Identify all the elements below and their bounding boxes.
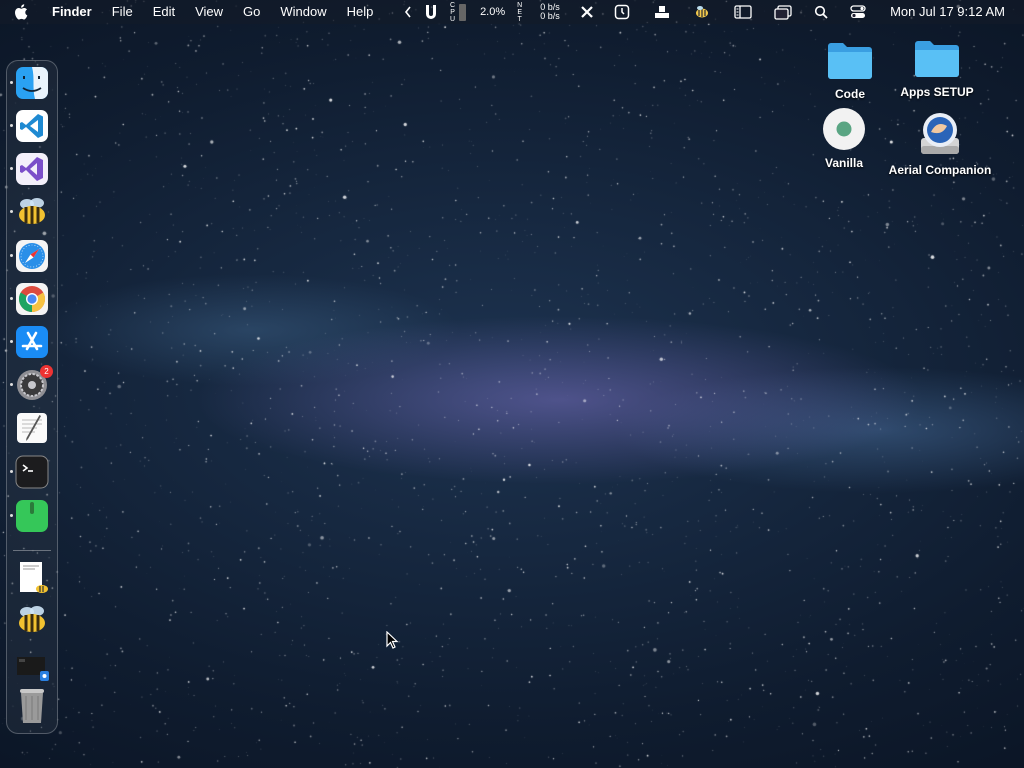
- stamp-icon[interactable]: [654, 5, 670, 19]
- desktop-item-aerial-companion[interactable]: Aerial Companion: [882, 110, 998, 177]
- desktop-item-vanilla[interactable]: Vanilla: [812, 107, 876, 170]
- app-store-icon: [16, 326, 48, 358]
- dock-item-terminal[interactable]: [10, 455, 49, 489]
- dock-item-textedit[interactable]: [15, 411, 49, 445]
- dock-item-safari[interactable]: [10, 239, 49, 273]
- dock-separator: [13, 550, 51, 551]
- dock-item-vscode[interactable]: [10, 109, 49, 143]
- cpu-letter: C: [450, 1, 456, 9]
- bee-menubar-icon[interactable]: [694, 5, 710, 19]
- mouse-cursor-icon: [386, 631, 399, 649]
- stopwatch-icon[interactable]: [614, 4, 630, 20]
- dock-item-bee-recent[interactable]: [15, 603, 49, 637]
- disk-icon: [921, 113, 959, 154]
- dock-item-screenshots[interactable]: [15, 651, 49, 685]
- running-indicator: [10, 254, 13, 257]
- cpu-letter: U: [450, 15, 456, 23]
- running-indicator: [10, 514, 13, 517]
- net-letter: N: [517, 1, 523, 9]
- desktop-item-code[interactable]: Code: [815, 40, 885, 101]
- menu-window[interactable]: Window: [270, 0, 336, 24]
- running-indicator: [10, 383, 13, 386]
- menu-app-finder[interactable]: Finder: [42, 0, 102, 24]
- cpu-percent: 2.0%: [480, 6, 506, 18]
- net-meter[interactable]: N E T 0 b/s 0 b/s: [517, 2, 560, 23]
- terminal-icon: [15, 455, 49, 489]
- net-download: 0 b/s: [540, 11, 560, 21]
- screens-icon: [17, 657, 49, 681]
- running-indicator: [10, 470, 13, 473]
- desktop-item-label: Vanilla: [824, 156, 864, 170]
- menu-file[interactable]: File: [102, 0, 143, 24]
- running-indicator: [10, 81, 13, 84]
- dock-item-bee-app[interactable]: [10, 195, 49, 229]
- u-status-icon[interactable]: [424, 4, 438, 20]
- cpu-bar-icon: [459, 3, 467, 21]
- folder-icon: [915, 41, 959, 77]
- cpu-letter: P: [450, 8, 455, 16]
- apple-menu[interactable]: [14, 4, 38, 20]
- status-items: C P U 2.0% N E T 0 b/s 0 b/s: [398, 0, 872, 24]
- menubar-clock[interactable]: Mon Jul 17 9:12 AM: [890, 0, 1005, 24]
- folder-icon: [828, 43, 872, 79]
- sidebar-list-icon[interactable]: [734, 5, 752, 19]
- finder-icon: [16, 67, 48, 99]
- desktop-item-label: Apps SETUP: [900, 85, 974, 99]
- search-icon[interactable]: [814, 5, 828, 19]
- document-icon: [20, 562, 48, 593]
- running-indicator: [10, 210, 13, 213]
- green-app-icon: [16, 500, 48, 532]
- vscode-icon: [16, 110, 48, 142]
- safari-icon: [16, 240, 48, 272]
- dock-item-finder[interactable]: [10, 66, 49, 100]
- dock-item-green-app[interactable]: [10, 499, 49, 533]
- desktop-item-label: Aerial Companion: [888, 163, 992, 177]
- net-letter: T: [517, 15, 522, 23]
- chevron-left-icon[interactable]: [404, 6, 412, 18]
- bee-icon: [19, 606, 45, 632]
- desktop-item-label: Code: [835, 87, 865, 101]
- textedit-icon: [17, 413, 47, 443]
- menu-go[interactable]: Go: [233, 0, 270, 24]
- running-indicator: [10, 297, 13, 300]
- trash-icon: [20, 689, 44, 723]
- visual-studio-icon: [16, 153, 48, 185]
- menu-edit[interactable]: Edit: [143, 0, 185, 24]
- control-center-icon[interactable]: [850, 5, 866, 19]
- running-indicator: [10, 167, 13, 170]
- dock-item-app-store[interactable]: [10, 325, 49, 359]
- dock-item-system-settings[interactable]: 2: [10, 365, 53, 402]
- net-letter: E: [517, 8, 522, 16]
- chrome-icon: [16, 283, 48, 315]
- notification-badge: 2: [40, 365, 53, 378]
- bee-icon: [19, 198, 45, 224]
- menu-help[interactable]: Help: [337, 0, 384, 24]
- running-indicator: [10, 340, 13, 343]
- apple-logo-icon: [15, 4, 28, 20]
- windows-icon[interactable]: [774, 4, 792, 20]
- dock: 2: [6, 60, 58, 734]
- dock-item-visual-studio[interactable]: [10, 152, 49, 186]
- menu-view[interactable]: View: [185, 0, 233, 24]
- desktop-item-apps-setup[interactable]: Apps SETUP: [892, 38, 982, 99]
- dock-item-trash[interactable]: [15, 689, 49, 723]
- dock-item-chrome[interactable]: [10, 282, 49, 316]
- dock-item-document-preview[interactable]: [15, 560, 49, 594]
- tools-icon[interactable]: [580, 5, 594, 19]
- running-indicator: [10, 124, 13, 127]
- vanilla-icon: [823, 108, 865, 150]
- cpu-meter[interactable]: C P U 2.0%: [450, 2, 505, 23]
- menu-bar: Finder File Edit View Go Window Help C P…: [0, 0, 1024, 24]
